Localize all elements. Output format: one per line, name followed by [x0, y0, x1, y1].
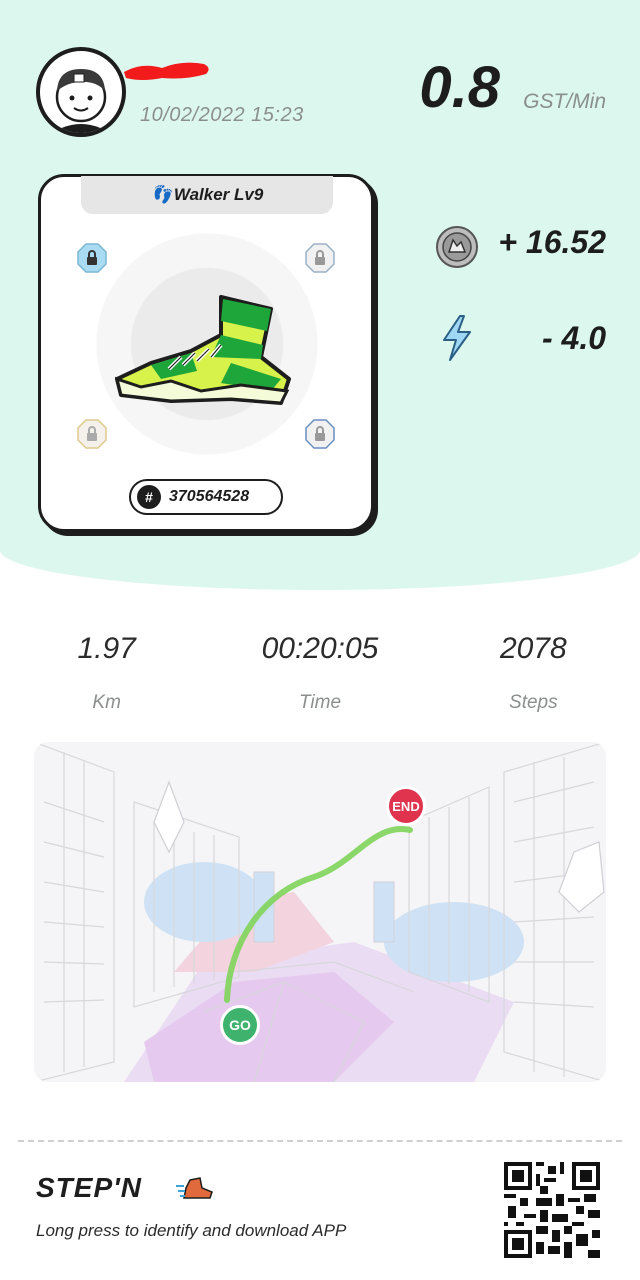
gem-socket-lock-icon[interactable] [305, 243, 335, 273]
sneaker-id-badge: # 370564528 [129, 479, 283, 515]
route-start-marker[interactable]: GO [220, 1005, 260, 1045]
footer-divider [18, 1140, 622, 1142]
hash-icon: # [137, 485, 161, 509]
gst-rate-unit: GST/Min [523, 90, 606, 113]
stat-steps-value: 2078 [499, 632, 567, 665]
gem-socket-lock-icon[interactable] [305, 419, 335, 449]
stat-steps: 2078 Steps [427, 632, 640, 714]
logo-shoe-icon [176, 1177, 213, 1199]
sneaker-id-number: 370564528 [169, 488, 250, 505]
gem-socket-lock-icon[interactable] [77, 419, 107, 449]
stat-distance-value: 1.97 [77, 632, 136, 665]
download-instruction: Long press to identify and download APP [36, 1221, 347, 1240]
run-stats: 1.97 Km 00:20:05 Time 2078 Steps [0, 632, 640, 714]
footprint-icon: 👣 [150, 185, 172, 204]
redacted-username [124, 62, 209, 80]
route-end-marker[interactable]: END [386, 786, 426, 826]
user-avatar[interactable] [36, 47, 126, 137]
sneaker-type-tag: 👣 Walker Lv9 [81, 176, 333, 214]
gem-socket-lock-icon[interactable] [77, 243, 107, 273]
stat-steps-label: Steps [509, 692, 558, 713]
route-start-label: GO [229, 1017, 251, 1033]
route-end-label: END [392, 798, 420, 814]
sneaker-card[interactable]: 👣 Walker Lv9 # 370564528 [38, 174, 374, 532]
gst-earned-value: + 16.52 [498, 224, 606, 260]
gst-coin-icon [436, 226, 478, 268]
sneaker-image[interactable] [111, 287, 301, 427]
energy-used-value: - 4.0 [541, 320, 606, 356]
stat-distance-label: Km [92, 692, 121, 713]
stepn-logo: STEP'N [36, 1172, 143, 1203]
qr-code[interactable] [504, 1162, 600, 1258]
route-map[interactable]: GO END [34, 742, 606, 1082]
stat-time-label: Time [298, 692, 342, 713]
sneaker-type-label: Walker Lv9 [173, 185, 264, 204]
stat-time-value: 00:20:05 [261, 632, 379, 665]
stat-distance: 1.97 Km [0, 632, 213, 714]
energy-lightning-icon [443, 315, 471, 361]
gst-rate-value: 0.8 [419, 55, 500, 120]
stat-time: 00:20:05 Time [213, 632, 426, 714]
run-datetime: 10/02/2022 15:23 [140, 104, 304, 126]
